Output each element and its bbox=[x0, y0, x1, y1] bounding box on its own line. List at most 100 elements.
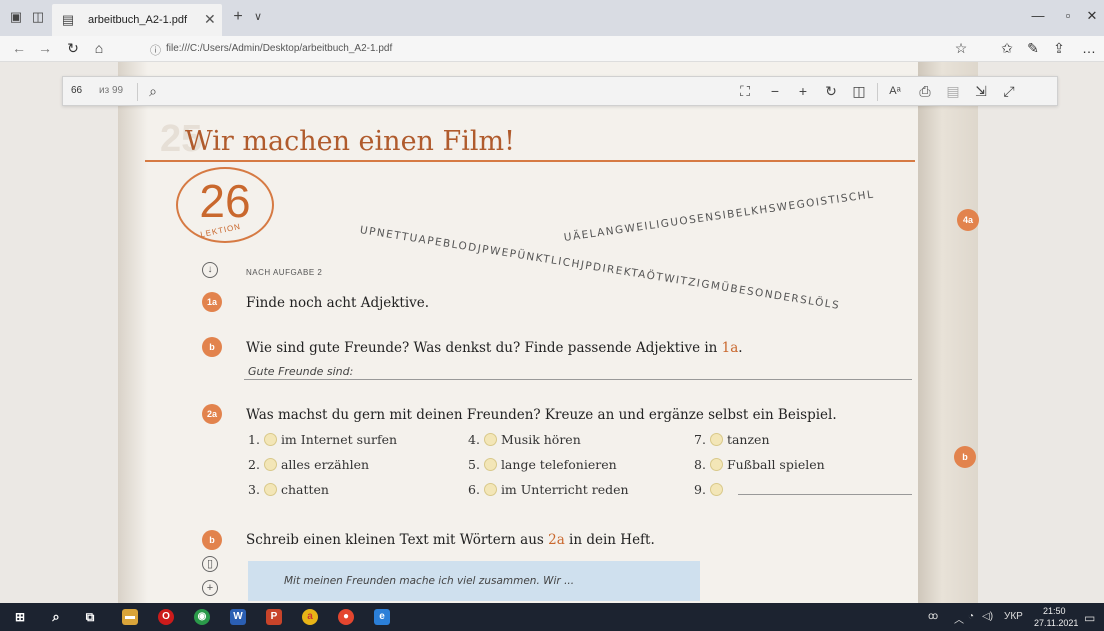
option-3: 3. chatten bbox=[248, 482, 329, 497]
task-1b-end: . bbox=[738, 340, 743, 356]
page-gutter bbox=[918, 62, 978, 603]
volume-icon[interactable]: ◁) bbox=[982, 611, 993, 622]
opera-icon[interactable]: O bbox=[158, 609, 174, 625]
people-icon[interactable]: ꝏ bbox=[928, 611, 938, 622]
word-icon[interactable]: W bbox=[230, 609, 246, 625]
page-number-input[interactable]: 66 bbox=[71, 85, 82, 96]
option-1: 1. im Internet surfen bbox=[248, 432, 397, 447]
refresh-icon[interactable]: ↻ bbox=[64, 40, 82, 57]
toolbar-separator bbox=[877, 83, 878, 101]
windows-start-icon[interactable]: ⊞ bbox=[12, 609, 28, 625]
lesson-number: 26 bbox=[199, 175, 251, 227]
search-icon[interactable]: ⌕ bbox=[143, 83, 163, 100]
task-view-icon[interactable]: ⧉ bbox=[82, 609, 98, 625]
task-2b-main: Schreib einen kleinen Text mit Wörtern a… bbox=[246, 532, 549, 548]
chrome-icon[interactable]: ● bbox=[338, 609, 354, 625]
task-badge-1b: b bbox=[202, 337, 222, 357]
print-icon[interactable]: ⎙ bbox=[915, 83, 935, 100]
pen-icon[interactable]: ✎ bbox=[1024, 40, 1042, 57]
pdf-toolbar: 66 из 99 ⌕ ⛶ − + ↻ ◫ Aᵃ ⎙ ▤ ⇲ ⤢ bbox=[62, 76, 1058, 106]
favorite-star-icon[interactable]: ☆ bbox=[952, 40, 970, 57]
url-field[interactable]: ⓘ file:///C:/Users/Admin/Desktop/arbeitb… bbox=[142, 39, 942, 59]
address-bar-row: ← → ↻ ⌂ ⓘ file:///C:/Users/Admin/Desktop… bbox=[0, 36, 1104, 62]
notifications-icon[interactable]: ▭ bbox=[1084, 611, 1095, 625]
search-icon[interactable]: ⌕ bbox=[48, 609, 64, 625]
task-2b-end: in dein Heft. bbox=[564, 532, 655, 548]
option-text: Fußball spielen bbox=[726, 457, 825, 472]
task-badge-1a: 1a bbox=[202, 292, 222, 312]
option-checkbox bbox=[483, 433, 497, 446]
back-icon[interactable]: ← bbox=[10, 40, 28, 56]
browser-titlebar: ▣ ◫ ▤ arbeitbuch_A2-1.pdf ✕ + ∨ — ▫ ✕ bbox=[0, 0, 1104, 36]
tab-pdf[interactable]: ▤ arbeitbuch_A2-1.pdf ✕ bbox=[52, 4, 222, 36]
tab-list-chevron-icon[interactable]: ∨ bbox=[250, 9, 266, 25]
clock-time[interactable]: 21:50 bbox=[1043, 606, 1066, 616]
edge-icon[interactable]: e bbox=[374, 609, 390, 625]
option-checkbox bbox=[709, 458, 723, 471]
toolbar-separator bbox=[137, 83, 138, 101]
option-num: 4. bbox=[468, 432, 480, 447]
save-as-icon[interactable]: ⇲ bbox=[971, 83, 991, 100]
set-tabs-aside-icon[interactable]: ◫ bbox=[30, 9, 46, 25]
tab-close-icon[interactable]: ✕ bbox=[204, 11, 216, 28]
option-text: im Unterricht reden bbox=[500, 482, 629, 497]
title-rule bbox=[145, 160, 915, 162]
save-icon[interactable]: ▤ bbox=[943, 83, 963, 100]
option-text: alles erzählen bbox=[280, 457, 370, 472]
close-window-icon[interactable]: ✕ bbox=[1082, 8, 1102, 24]
windows-taskbar: ⊞ ⌕ ⧉ ▬ O ◉ W P a ● e ꝏ ︿ ◔ ◁) УКР 21:50… bbox=[0, 603, 1104, 631]
option-num: 3. bbox=[248, 482, 260, 497]
option-text: chatten bbox=[280, 482, 329, 497]
rotate-icon[interactable]: ↻ bbox=[821, 83, 841, 100]
minimize-icon[interactable]: — bbox=[1028, 8, 1048, 23]
more-icon[interactable]: … bbox=[1080, 40, 1098, 56]
fit-page-icon[interactable]: ⛶ bbox=[735, 83, 755, 100]
whatsapp-icon[interactable]: ◉ bbox=[194, 609, 210, 625]
option-text: im Internet surfen bbox=[280, 432, 398, 447]
answer-prompt: Gute Freunde sind: bbox=[248, 365, 354, 378]
language-indicator[interactable]: УКР bbox=[1004, 611, 1023, 622]
pdf-viewer: 25 Wir machen einen Film! 26 LEKTION UPN… bbox=[0, 62, 1104, 603]
zoom-out-icon[interactable]: − bbox=[765, 83, 785, 99]
task-badge-2a: 2a bbox=[202, 404, 222, 424]
option-num: 8. bbox=[694, 457, 706, 472]
option-7: 7. tanzen bbox=[694, 432, 770, 447]
option-num: 6. bbox=[468, 482, 480, 497]
option-checkbox bbox=[709, 483, 723, 496]
page-view-icon[interactable]: ◫ bbox=[849, 83, 869, 100]
side-badge-4a: 4a bbox=[957, 209, 979, 231]
task-1b-ref: 1a bbox=[721, 340, 739, 356]
option-2: 2. alles erzählen bbox=[248, 457, 369, 472]
notebook-icon: ▯ bbox=[202, 556, 218, 572]
new-tab-icon[interactable]: + bbox=[230, 9, 246, 25]
task-2b-text: Schreib einen kleinen Text mit Wörtern a… bbox=[246, 532, 655, 548]
share-icon[interactable]: ⇪ bbox=[1050, 40, 1068, 57]
avast-icon[interactable]: a bbox=[302, 609, 318, 625]
info-icon[interactable]: ⓘ bbox=[150, 42, 161, 58]
network-icon[interactable]: ◔ bbox=[968, 611, 974, 622]
maximize-icon[interactable]: ▫ bbox=[1058, 8, 1078, 23]
forward-icon[interactable]: → bbox=[36, 40, 54, 56]
option-checkbox bbox=[263, 433, 277, 446]
option-text: tanzen bbox=[726, 432, 770, 447]
clock-date[interactable]: 27.11.2021 bbox=[1034, 618, 1078, 628]
read-aloud-icon[interactable]: Aᵃ bbox=[885, 85, 905, 97]
zoom-in-icon[interactable]: + bbox=[793, 83, 813, 99]
page-shadow bbox=[118, 62, 148, 603]
powerpoint-icon[interactable]: P bbox=[266, 609, 282, 625]
option-num: 5. bbox=[468, 457, 480, 472]
favorites-list-icon[interactable]: ✩ bbox=[998, 40, 1016, 57]
arrow-down-icon: ↓ bbox=[202, 262, 218, 278]
option-checkbox bbox=[263, 458, 277, 471]
tab-actions-icon[interactable]: ▣ bbox=[8, 9, 24, 25]
file-explorer-icon[interactable]: ▬ bbox=[122, 609, 138, 625]
option-text: lange telefonieren bbox=[500, 457, 617, 472]
option-6: 6. im Unterricht reden bbox=[468, 482, 629, 497]
home-icon[interactable]: ⌂ bbox=[90, 40, 108, 56]
tray-chevron-icon[interactable]: ︿ bbox=[954, 611, 964, 626]
lesson-title: Wir machen einen Film! bbox=[185, 126, 515, 157]
pdf-file-icon: ▤ bbox=[61, 12, 75, 27]
fullscreen-icon[interactable]: ⤢ bbox=[999, 83, 1019, 100]
option-9-line bbox=[738, 494, 912, 495]
task-1b-main: Wie sind gute Freunde? Was denkst du? Fi… bbox=[246, 340, 722, 356]
